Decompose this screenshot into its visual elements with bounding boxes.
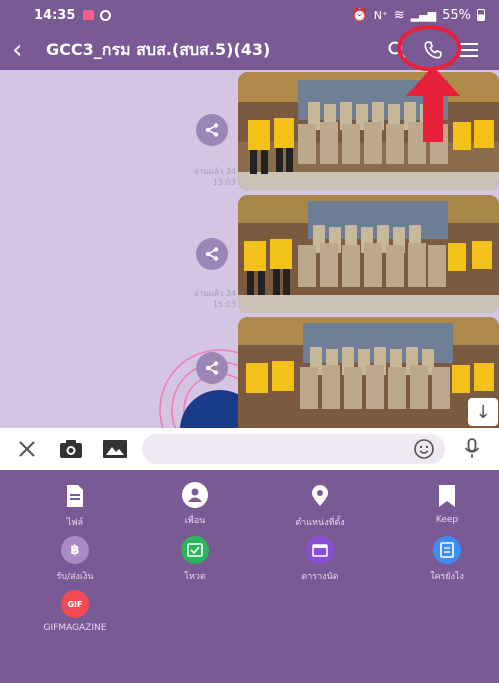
attach-file-button[interactable]: ไฟล์ <box>20 482 130 529</box>
status-time: 14:35 <box>34 7 76 23</box>
attachment-panel: ไฟล์ เพื่อน ตำแหน่งที่ตั้ง Keep ฿ รับ/ส่… <box>0 470 499 683</box>
emoji-icon[interactable] <box>413 438 435 460</box>
group-photo-message[interactable] <box>238 317 499 428</box>
calendar-icon <box>306 536 334 564</box>
group-photo <box>238 195 499 313</box>
attach-keep-button[interactable]: Keep <box>392 482 499 525</box>
gallery-button[interactable] <box>98 434 132 464</box>
close-attachment-button[interactable] <box>10 434 44 464</box>
attach-item-label: GIFMAGAZINE <box>43 623 107 633</box>
share-icon <box>205 361 219 375</box>
message-input[interactable] <box>142 434 445 464</box>
attach-friend-button[interactable]: เพื่อน <box>140 482 250 527</box>
alarm-icon: ⏰ <box>351 7 368 23</box>
network-icon: N⁺ <box>373 8 388 22</box>
bookmark-icon <box>433 482 461 510</box>
hamburger-menu-icon <box>460 43 478 57</box>
line-chat-screen: 14:35 ⏰ N⁺ ≋ ▂▄▆ 55% ‹ GCC3_กรม สบส.(สบส… <box>0 0 499 683</box>
share-button[interactable] <box>196 238 228 270</box>
message-field-wrapper <box>142 434 445 464</box>
chat-title: GCC3_กรม สบส.(สบส.5)(43) <box>46 39 271 59</box>
battery-icon <box>477 9 485 21</box>
arrow-down-icon: ↓ <box>475 401 491 423</box>
location-icon <box>306 482 334 510</box>
share-button[interactable] <box>196 352 228 384</box>
attach-schedule-button[interactable]: ตารางนัด <box>265 536 375 583</box>
message-read-meta: อ่านแล้ว 34 15:03 <box>193 289 236 309</box>
attach-item-label: ไฟล์ <box>66 518 84 528</box>
attach-gif-button[interactable]: GIF GIFMAGAZINE <box>20 590 130 633</box>
battery-percent: 55% <box>442 7 471 23</box>
share-button[interactable] <box>196 114 228 146</box>
share-icon <box>205 123 219 137</box>
file-icon <box>61 482 89 510</box>
image-icon <box>103 440 127 458</box>
annotation-arrow-icon <box>406 66 460 142</box>
message-read-meta: อ่านแล้ว 34 15:03 <box>193 167 236 187</box>
money-icon: ฿ <box>61 536 89 564</box>
friend-icon <box>182 482 208 508</box>
attach-vote-button[interactable]: โหวต <box>140 536 250 583</box>
attach-item-label: โหวต <box>184 572 206 582</box>
close-icon <box>19 441 35 457</box>
share-icon <box>205 247 219 261</box>
group-photo <box>238 317 499 428</box>
attach-item-label: ตำแหน่งที่ตั้ง <box>295 518 345 528</box>
group-photo-message[interactable] <box>238 195 499 313</box>
attach-item-label: ใครยังไง <box>430 572 464 582</box>
attach-item-label: ตารางนัด <box>301 572 339 582</box>
voice-button[interactable] <box>455 434 489 464</box>
gif-icon: GIF <box>61 590 89 618</box>
attach-money-button[interactable]: ฿ รับ/ส่งเงิน <box>20 536 130 583</box>
microphone-icon <box>464 438 480 458</box>
message-input-bar <box>0 428 499 470</box>
attach-location-button[interactable]: ตำแหน่งที่ตั้ง <box>265 482 375 529</box>
scroll-to-bottom-button[interactable]: ↓ <box>468 398 498 426</box>
attach-ghost-list-button[interactable]: ใครยังไง <box>392 536 499 583</box>
settings-status-icon <box>100 9 112 21</box>
camera-button[interactable] <box>54 434 88 464</box>
notification-flag-icon <box>83 10 95 20</box>
vote-icon <box>181 536 209 564</box>
attach-item-label: รับ/ส่งเงิน <box>56 572 94 582</box>
attach-item-label: เพื่อน <box>184 516 206 526</box>
attach-item-label: Keep <box>435 515 459 525</box>
ghost-list-icon <box>433 536 461 564</box>
back-button[interactable]: ‹ <box>12 37 46 63</box>
signal-icon: ▂▄▆ <box>410 8 437 22</box>
camera-icon <box>60 440 82 458</box>
wifi-icon: ≋ <box>393 7 405 23</box>
